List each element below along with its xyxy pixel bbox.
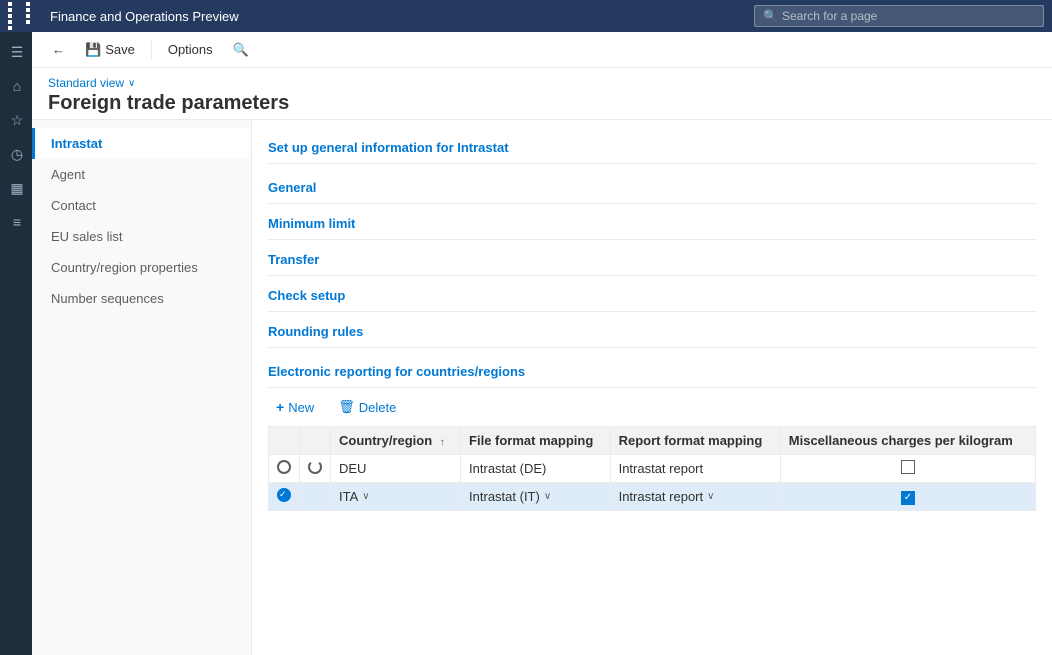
row-report-format-ita[interactable]: Intrastat report ∨ xyxy=(610,483,780,511)
col-header-country-region[interactable]: Country/region ↑ xyxy=(331,427,461,455)
left-navigation: Intrastat Agent Contact EU sales list Co… xyxy=(32,120,252,655)
app-grid-icon[interactable] xyxy=(8,2,42,30)
toolbar-search-icon: 🔍 xyxy=(233,42,249,58)
app-title: Finance and Operations Preview xyxy=(50,9,746,24)
content-body: Intrastat Agent Contact EU sales list Co… xyxy=(32,120,1052,655)
col-header-radio xyxy=(269,427,300,455)
chevron-down-icon[interactable]: ∨ xyxy=(544,491,551,502)
table-row[interactable]: ITA ∨ Intrastat (IT) ∨ xyxy=(269,483,1036,511)
col-header-refresh xyxy=(300,427,331,455)
main-area: Standard view ∨ Foreign trade parameters… xyxy=(32,68,1052,655)
electronic-reporting-section: Electronic reporting for countries/regio… xyxy=(268,356,1036,511)
back-icon: ← xyxy=(52,42,65,57)
trash-icon: 🗑 xyxy=(338,399,355,415)
nav-icon-workspaces[interactable]: ▦ xyxy=(0,172,32,204)
icon-sidebar: ☰ ⌂ ☆ ◷ ▦ ≡ xyxy=(0,32,32,655)
nav-icon-hamburger[interactable]: ☰ xyxy=(0,36,32,68)
toolbar-separator xyxy=(151,40,152,60)
save-button[interactable]: 💾 Save xyxy=(77,38,143,62)
sidebar-item-number-sequences[interactable]: Number sequences xyxy=(32,283,251,314)
sort-icon: ↑ xyxy=(440,437,445,448)
col-header-file-format[interactable]: File format mapping xyxy=(461,427,611,455)
row-radio-ita[interactable] xyxy=(269,483,300,511)
row-misc-charges-deu[interactable] xyxy=(780,455,1035,483)
back-button[interactable]: ← xyxy=(44,38,73,61)
chevron-down-icon[interactable]: ∨ xyxy=(362,491,369,502)
nav-icon-recent[interactable]: ◷ xyxy=(0,138,32,170)
section-minimum-limit[interactable]: Minimum limit xyxy=(268,208,1036,240)
selected-indicator[interactable] xyxy=(277,488,291,502)
checkbox-ita[interactable]: ✓ xyxy=(901,491,915,505)
section-check-setup[interactable]: Check setup xyxy=(268,280,1036,312)
refresh-icon[interactable] xyxy=(308,460,322,474)
row-refresh-ita xyxy=(300,483,331,511)
sidebar-item-eu-sales[interactable]: EU sales list xyxy=(32,221,251,252)
country-region-table: Country/region ↑ File format mapping Rep… xyxy=(268,426,1036,511)
row-file-format-ita[interactable]: Intrastat (IT) ∨ xyxy=(461,483,611,511)
section-subtitle: Set up general information for Intrastat xyxy=(268,132,1036,164)
table-row[interactable]: DEU Intrastat (DE) Intrastat report xyxy=(269,455,1036,483)
chevron-down-icon: ∨ xyxy=(128,78,135,89)
row-radio-deu[interactable] xyxy=(269,455,300,483)
row-file-format-deu[interactable]: Intrastat (DE) xyxy=(461,455,611,483)
row-misc-charges-ita[interactable]: ✓ xyxy=(780,483,1035,511)
row-report-format-deu[interactable]: Intrastat report xyxy=(610,455,780,483)
search-icon: 🔍 xyxy=(763,9,778,23)
row-refresh-deu[interactable] xyxy=(300,455,331,483)
top-navigation: Finance and Operations Preview 🔍 xyxy=(0,0,1052,32)
nav-icon-modules[interactable]: ≡ xyxy=(0,206,32,238)
nav-icon-home[interactable]: ⌂ xyxy=(0,70,32,102)
save-icon: 💾 xyxy=(85,42,101,58)
nav-icon-favorites[interactable]: ☆ xyxy=(0,104,32,136)
plus-icon: + xyxy=(276,399,284,415)
search-input[interactable] xyxy=(782,9,1035,23)
checkbox-deu[interactable] xyxy=(901,460,915,474)
electronic-reporting-title: Electronic reporting for countries/regio… xyxy=(268,356,1036,388)
page-toolbar: ← 💾 Save Options 🔍 xyxy=(32,32,1052,68)
col-header-misc-charges[interactable]: Miscellaneous charges per kilogram xyxy=(780,427,1035,455)
new-button[interactable]: + New xyxy=(268,396,322,418)
delete-button[interactable]: 🗑 Delete xyxy=(330,396,404,418)
page-search-bar[interactable]: 🔍 xyxy=(754,5,1044,27)
col-header-report-format[interactable]: Report format mapping xyxy=(610,427,780,455)
sidebar-item-intrastat[interactable]: Intrastat xyxy=(32,128,251,159)
sidebar-item-contact[interactable]: Contact xyxy=(32,190,251,221)
sidebar-item-agent[interactable]: Agent xyxy=(32,159,251,190)
page-header: Standard view ∨ Foreign trade parameters xyxy=(32,68,1052,120)
chevron-down-icon[interactable]: ∨ xyxy=(707,491,714,502)
row-country-deu[interactable]: DEU xyxy=(331,455,461,483)
radio-button[interactable] xyxy=(277,460,291,474)
options-button[interactable]: Options xyxy=(160,38,221,61)
standard-view-selector[interactable]: Standard view ∨ xyxy=(48,76,1036,90)
table-toolbar: + New 🗑 Delete xyxy=(268,396,1036,418)
sidebar-item-country-region[interactable]: Country/region properties xyxy=(32,252,251,283)
section-rounding-rules[interactable]: Rounding rules xyxy=(268,316,1036,348)
section-transfer[interactable]: Transfer xyxy=(268,244,1036,276)
section-general[interactable]: General xyxy=(268,172,1036,204)
right-content: Set up general information for Intrastat… xyxy=(252,120,1052,655)
toolbar-search-button[interactable]: 🔍 xyxy=(225,38,257,62)
page-title: Foreign trade parameters xyxy=(48,92,1036,115)
row-country-ita[interactable]: ITA ∨ xyxy=(331,483,461,511)
